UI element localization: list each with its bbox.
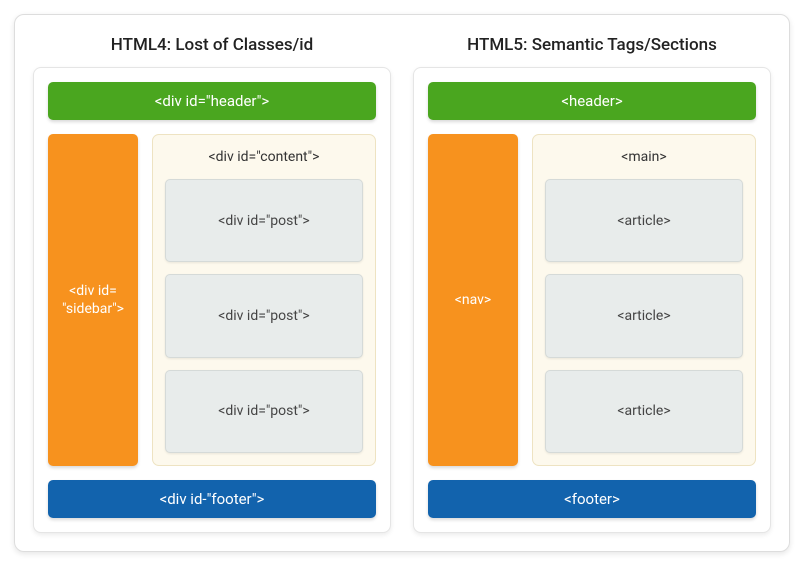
content-box-html4: <div id="content"> <div id="post"> <div …	[152, 134, 376, 466]
content-title-html4: <div id="content">	[165, 145, 363, 167]
sidebar-label-html4: <div id= "sidebar">	[62, 282, 124, 318]
post-box-html4: <div id="post">	[165, 179, 363, 262]
middle-row-html5: <nav> <main> <article> <article> <articl…	[428, 134, 756, 466]
post-box-html5: <article>	[545, 370, 743, 453]
column-title-html4: HTML4: Lost of Classes/id	[33, 29, 391, 67]
post-box-html4: <div id="post">	[165, 274, 363, 357]
middle-row-html4: <div id= "sidebar"> <div id="content"> <…	[48, 134, 376, 466]
footer-box-html4: <div id-"footer">	[48, 480, 376, 518]
column-html4: HTML4: Lost of Classes/id <div id="heade…	[33, 29, 391, 533]
content-box-html5: <main> <article> <article> <article>	[532, 134, 756, 466]
header-box-html5: <header>	[428, 82, 756, 120]
panel-html5: <header> <nav> <main> <article> <article…	[413, 67, 771, 533]
diagram-frame: HTML4: Lost of Classes/id <div id="heade…	[14, 14, 790, 552]
sidebar-label-html5: <nav>	[455, 291, 491, 309]
column-title-html5: HTML5: Semantic Tags/Sections	[413, 29, 771, 67]
footer-box-html5: <footer>	[428, 480, 756, 518]
sidebar-box-html5: <nav>	[428, 134, 518, 466]
sidebar-box-html4: <div id= "sidebar">	[48, 134, 138, 466]
post-box-html5: <article>	[545, 179, 743, 262]
post-box-html4: <div id="post">	[165, 370, 363, 453]
header-box-html4: <div id="header">	[48, 82, 376, 120]
column-html5: HTML5: Semantic Tags/Sections <header> <…	[413, 29, 771, 533]
panel-html4: <div id="header"> <div id= "sidebar"> <d…	[33, 67, 391, 533]
post-box-html5: <article>	[545, 274, 743, 357]
content-title-html5: <main>	[545, 145, 743, 167]
